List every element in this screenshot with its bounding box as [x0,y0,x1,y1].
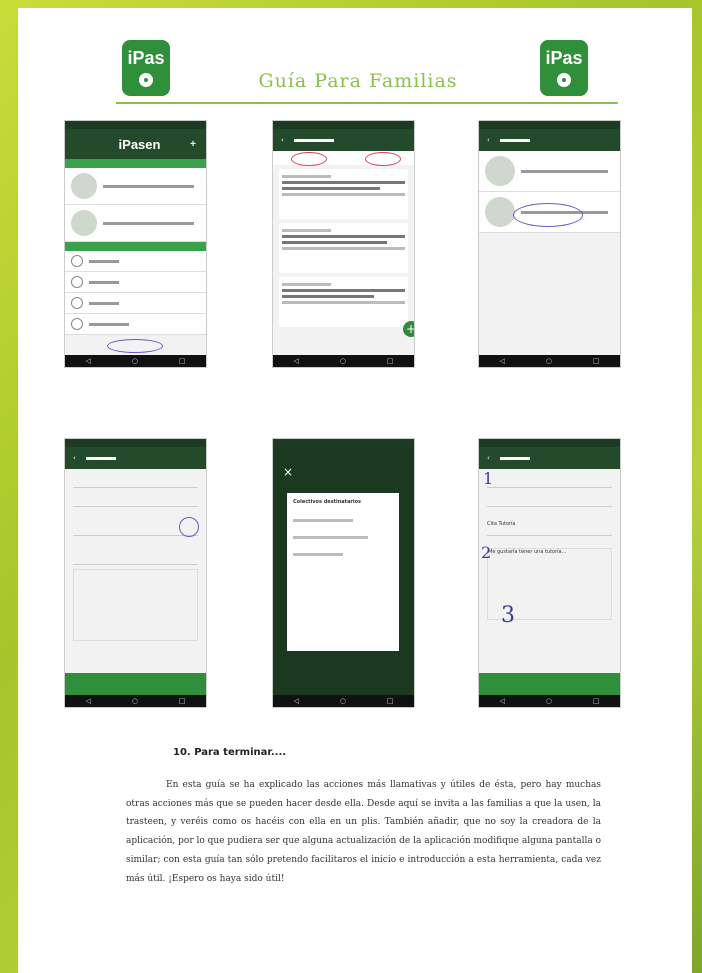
signal-icon [557,73,571,87]
android-navbar: ◁ ○ □ [479,695,620,707]
pencil-icon [71,297,83,309]
screenshot-mensaje-completo: ‹ Cita Tutoría Me gustaría tener una tut… [478,438,621,708]
add-message-button: + [403,321,414,337]
section-body: En esta guía se ha explicado las accione… [126,780,601,884]
close-icon: × [283,465,294,479]
android-navbar: ◁ ○ □ [479,355,620,367]
send-button [479,673,620,695]
signal-icon [139,73,153,87]
screenshot-colectivos: × Colectivos destinatarios ◁ ○ □ [272,438,415,708]
highlight-circle [513,203,583,227]
highlight-circle [365,152,401,166]
ipasen-logo-right: iPas [540,40,588,96]
page-title: Guía Para Familias [258,70,458,92]
highlight-circle [291,152,327,166]
back-icon: ‹ [73,454,76,462]
chat-icon [71,318,83,330]
send-button [65,673,206,695]
section-title: 10. Para terminar.... [173,747,287,758]
highlight-circle [107,339,163,353]
notice-icon [71,255,83,267]
screenshot-comunicaciones: ‹ + ◁○□ [272,120,415,368]
title-divider [116,102,618,104]
android-navbar: ◁ ○ □ [273,355,414,367]
highlight-circle [179,517,199,537]
avatar [485,197,515,227]
calendar-icon [71,276,83,288]
android-navbar: ◁ ○ □ [65,355,206,367]
screenshot-ipasen-home: iPasen + ◁ ○ □ [64,120,207,368]
avatar [71,173,97,199]
screenshot-nuevo-mensaje: ‹ ◁ ○ □ [64,438,207,708]
ipasen-logo-left: iPas [122,40,170,96]
back-icon: ‹ [487,454,490,462]
android-navbar: ◁ ○ □ [65,695,206,707]
add-icon: + [190,138,196,150]
android-navbar: ◁ ○ □ [273,695,414,707]
back-icon: ‹ [281,136,284,144]
avatar [485,156,515,186]
document-page: iPas iPas Guía Para Familias iPasen + ◁ ○… [18,8,692,973]
avatar [71,210,97,236]
back-icon: ‹ [487,136,490,144]
screenshot-referente: ‹ ◁ ○ □ [478,120,621,368]
recipients-dialog: Colectivos destinatarios [287,493,399,651]
